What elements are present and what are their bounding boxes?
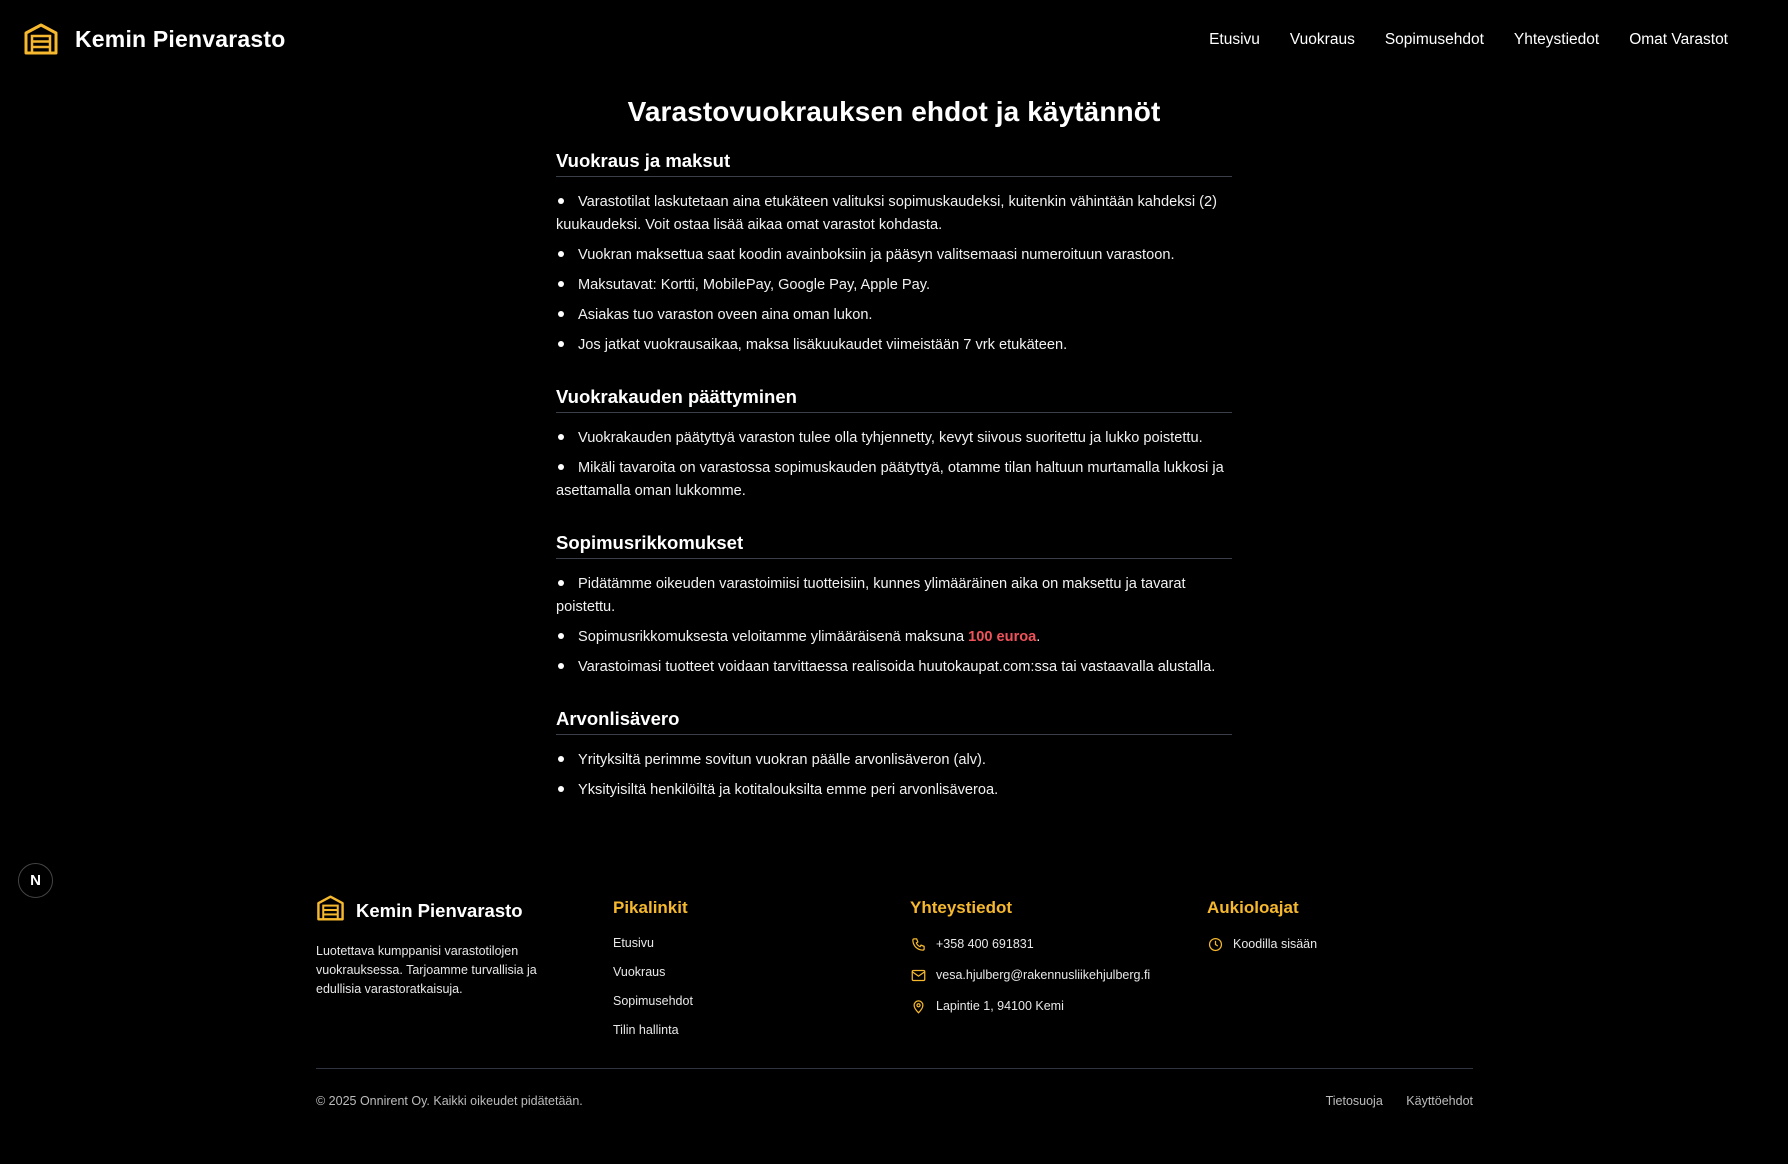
fee-amount: 100 euroa — [968, 628, 1037, 645]
list-item: Yrityksiltä perimme sovitun vuokran pääl… — [556, 749, 1232, 772]
garage-icon — [316, 894, 345, 927]
page-title: Varastovuokrauksen ehdot ja käytännöt — [627, 96, 1161, 127]
nav-vuokraus[interactable]: Vuokraus — [1290, 31, 1355, 49]
section-paattyminen: Vuokrakauden päättyminen Vuokrakauden pä… — [556, 386, 1232, 502]
link-kayttoehdot[interactable]: Käyttöehdot — [1406, 1094, 1473, 1108]
nav-etusivu[interactable]: Etusivu — [1209, 31, 1260, 49]
contact-email: vesa.hjulberg@rakennusliikehjulberg.fi — [910, 967, 1207, 983]
footer-link-etusivu[interactable]: Etusivu — [613, 936, 910, 950]
link-tietosuoja[interactable]: Tietosuoja — [1326, 1094, 1383, 1108]
contact-address: Lapintie 1, 94100 Kemi — [910, 998, 1207, 1014]
footer-link-sopimusehdot[interactable]: Sopimusehdot — [613, 994, 910, 1008]
list-item: Maksutavat: Kortti, MobilePay, Google Pa… — [556, 274, 1232, 297]
list-item: Asiakas tuo varaston oveen aina oman luk… — [556, 304, 1232, 327]
footer-bottom: © 2025 Onnirent Oy. Kaikki oikeudet pidä… — [316, 1094, 1473, 1108]
section-arvonlisavero: Arvonlisävero Yrityksiltä perimme sovitu… — [556, 708, 1232, 802]
terms-content: Varastovuokrauksen ehdot ja käytännöt Vu… — [556, 96, 1232, 832]
phone-icon — [910, 936, 926, 952]
hours-info: Koodilla sisään — [1207, 936, 1467, 952]
section-heading: Vuokrakauden päättyminen — [556, 386, 1232, 413]
list-item: Sopimusrikkomuksesta veloitamme ylimäärä… — [556, 626, 1232, 649]
list-item: Varastotilat laskutetaan aina etukäteen … — [556, 194, 1217, 233]
contact-phone: +358 400 691831 — [910, 936, 1207, 952]
bullet-icon — [558, 198, 564, 205]
garage-icon — [23, 22, 59, 56]
list-item: Jos jatkat vuokrausaikaa, maksa lisäkuuk… — [556, 334, 1232, 357]
next-dev-badge[interactable]: N — [18, 863, 53, 898]
bullet-icon — [558, 250, 564, 257]
list-item: Pidätämme oikeuden varastoimiisi tuottei… — [556, 576, 1186, 615]
bullet-icon — [558, 756, 564, 763]
list-item: Mikäli tavaroita on varastossa sopimuska… — [556, 460, 1224, 499]
bullet-icon — [558, 786, 564, 793]
section-heading: Arvonlisävero — [556, 708, 1232, 735]
list-item: Vuokran maksettua saat koodin avainboksi… — [556, 244, 1232, 267]
footer-logo[interactable]: Kemin Pienvarasto — [316, 894, 613, 927]
bullet-icon — [558, 434, 564, 441]
bullet-icon — [558, 280, 564, 287]
footer-brand-col: Kemin Pienvarasto Luotettava kumppanisi … — [316, 890, 613, 1052]
main-nav: Etusivu Vuokraus Sopimusehdot Yhteystied… — [1209, 31, 1728, 49]
nav-sopimusehdot[interactable]: Sopimusehdot — [1385, 31, 1484, 49]
bullet-icon — [558, 340, 564, 347]
list-item: Yksityisiltä henkilöiltä ja kotitalouksi… — [556, 779, 1232, 802]
map-pin-icon — [910, 998, 926, 1014]
bullet-icon — [558, 580, 564, 587]
legal-links: Tietosuoja Käyttöehdot — [1306, 1094, 1473, 1108]
brand-logo[interactable]: Kemin Pienvarasto — [23, 22, 285, 56]
footer-link-vuokraus[interactable]: Vuokraus — [613, 965, 910, 979]
section-heading: Vuokraus ja maksut — [556, 150, 1232, 177]
section-heading: Sopimusrikkomukset — [556, 532, 1232, 559]
quicklinks-heading: Pikalinkit — [613, 898, 688, 917]
footer-divider — [316, 1068, 1473, 1069]
bullet-icon — [558, 310, 564, 317]
section-vuokraus: Vuokraus ja maksut Varastotilat laskutet… — [556, 150, 1232, 356]
copyright: © 2025 Onnirent Oy. Kaikki oikeudet pidä… — [316, 1094, 583, 1108]
bullet-icon — [558, 632, 564, 639]
site-header: Kemin Pienvarasto Etusivu Vuokraus Sopim… — [0, 0, 1788, 84]
clock-icon — [1207, 936, 1223, 952]
bullet-icon — [558, 662, 564, 669]
nav-yhteystiedot[interactable]: Yhteystiedot — [1514, 31, 1599, 49]
footer-contact-col: Yhteystiedot +358 400 691831 vesa.hjulbe… — [910, 890, 1207, 1052]
mail-icon — [910, 967, 926, 983]
bullet-icon — [558, 464, 564, 471]
nav-omat-varastot[interactable]: Omat Varastot — [1629, 31, 1728, 49]
list-item: Vuokrakauden päätyttyä varaston tulee ol… — [556, 427, 1232, 450]
hours-heading: Aukioloajat — [1207, 898, 1299, 917]
footer-description: Luotettava kumppanisi varastotilojen vuo… — [316, 944, 537, 996]
site-footer: Kemin Pienvarasto Luotettava kumppanisi … — [316, 890, 1473, 1108]
section-sopimusrikkomukset: Sopimusrikkomukset Pidätämme oikeuden va… — [556, 532, 1232, 678]
footer-quicklinks-col: Pikalinkit Etusivu Vuokraus Sopimusehdot… — [613, 890, 910, 1052]
footer-brand-name: Kemin Pienvarasto — [356, 899, 523, 921]
footer-hours-col: Aukioloajat Koodilla sisään — [1207, 890, 1467, 1052]
list-item: Varastoimasi tuotteet voidaan tarvittaes… — [556, 656, 1232, 679]
brand-name: Kemin Pienvarasto — [75, 25, 286, 52]
contact-heading: Yhteystiedot — [910, 898, 1013, 917]
footer-link-tilin-hallinta[interactable]: Tilin hallinta — [613, 1023, 910, 1037]
